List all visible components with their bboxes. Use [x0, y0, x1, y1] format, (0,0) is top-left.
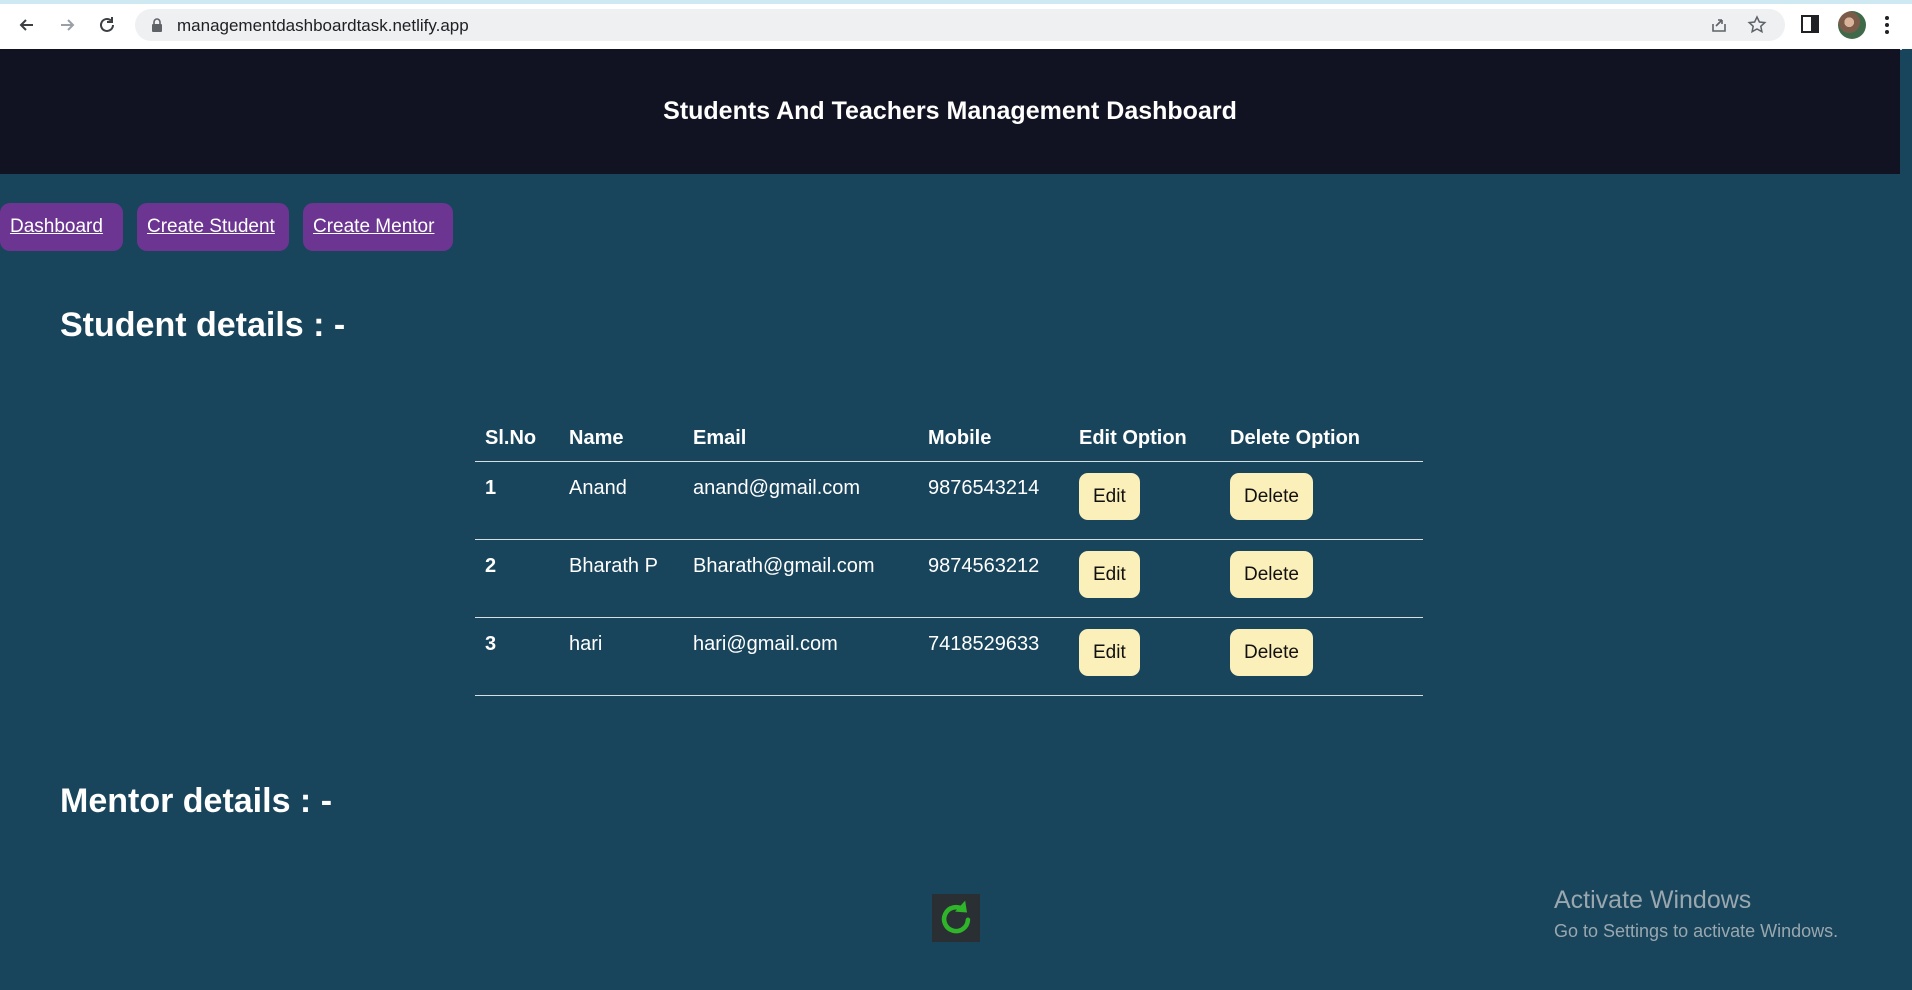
delete-button[interactable]: Delete — [1230, 629, 1313, 676]
cell-name: Bharath P — [559, 539, 683, 618]
side-panel-icon[interactable] — [1800, 14, 1820, 34]
kebab-menu-icon[interactable] — [1883, 13, 1891, 37]
edit-button[interactable]: Edit — [1079, 473, 1140, 520]
table-header-row: Sl.No Name Email Mobile Edit Option Dele… — [475, 416, 1423, 462]
browser-toolbar: managementdashboardtask.netlify.app — [0, 0, 1912, 50]
page-title: Students And Teachers Management Dashboa… — [663, 97, 1237, 125]
mentor-details-heading: Mentor details : - — [60, 782, 333, 820]
cell-email: Bharath@gmail.com — [683, 539, 918, 618]
windows-activation-watermark: Activate Windows Go to Settings to activ… — [1554, 886, 1838, 942]
reload-button[interactable] — [92, 10, 122, 40]
star-icon[interactable] — [1747, 15, 1767, 35]
column-header-name: Name — [559, 416, 683, 462]
cell-slno: 1 — [475, 461, 559, 540]
cell-slno: 3 — [475, 617, 559, 696]
cell-edit: Edit — [1069, 617, 1220, 696]
back-arrow-icon — [19, 19, 33, 31]
cell-email: anand@gmail.com — [683, 461, 918, 540]
cell-name: hari — [559, 617, 683, 696]
student-details-heading: Student details : - — [60, 306, 346, 344]
delete-button[interactable]: Delete — [1230, 551, 1313, 598]
table-row: 3 hari hari@gmail.com 7418529633 Edit De… — [475, 617, 1423, 696]
column-header-slno: Sl.No — [475, 416, 559, 462]
cell-email: hari@gmail.com — [683, 617, 918, 696]
cell-edit: Edit — [1069, 461, 1220, 540]
column-header-delete: Delete Option — [1220, 416, 1423, 462]
tab-strip-edge — [0, 0, 1912, 4]
address-bar[interactable]: managementdashboardtask.netlify.app — [135, 9, 1785, 41]
column-header-edit: Edit Option — [1069, 416, 1220, 462]
forward-button[interactable] — [52, 10, 82, 40]
lock-icon — [152, 18, 162, 32]
cell-delete: Delete — [1220, 617, 1423, 696]
watermark-title: Activate Windows — [1554, 886, 1752, 914]
refresh-loader-icon — [941, 900, 971, 934]
edit-button[interactable]: Edit — [1079, 551, 1140, 598]
forward-arrow-icon — [61, 19, 75, 31]
cell-delete: Delete — [1220, 539, 1423, 618]
nav-create-student-button[interactable]: Create Student — [137, 203, 289, 251]
cell-name: Anand — [559, 461, 683, 540]
reload-icon — [100, 17, 114, 32]
share-icon[interactable] — [1709, 15, 1729, 35]
nav-dashboard-button[interactable]: Dashboard — [0, 203, 123, 251]
table-row: 2 Bharath P Bharath@gmail.com 9874563212… — [475, 539, 1423, 618]
profile-avatar[interactable] — [1838, 11, 1866, 39]
student-table: Sl.No Name Email Mobile Edit Option Dele… — [475, 416, 1423, 696]
edit-button[interactable]: Edit — [1079, 629, 1140, 676]
cell-mobile: 9874563212 — [918, 539, 1069, 618]
column-header-email: Email — [683, 416, 918, 462]
cell-delete: Delete — [1220, 461, 1423, 540]
cell-edit: Edit — [1069, 539, 1220, 618]
cell-slno: 2 — [475, 539, 559, 618]
delete-button[interactable]: Delete — [1230, 473, 1313, 520]
cell-mobile: 7418529633 — [918, 617, 1069, 696]
page-scrollbar[interactable] — [1902, 49, 1912, 990]
table-row: 1 Anand anand@gmail.com 9876543214 Edit … — [475, 461, 1423, 540]
cell-mobile: 9876543214 — [918, 461, 1069, 540]
nav-create-mentor-button[interactable]: Create Mentor — [303, 203, 453, 251]
watermark-subtitle: Go to Settings to activate Windows. — [1554, 921, 1839, 941]
url-text[interactable]: managementdashboardtask.netlify.app — [177, 16, 469, 36]
back-button[interactable] — [12, 10, 42, 40]
column-header-mobile: Mobile — [918, 416, 1069, 462]
loading-indicator — [932, 894, 980, 942]
page-header: Students And Teachers Management Dashboa… — [0, 49, 1900, 174]
